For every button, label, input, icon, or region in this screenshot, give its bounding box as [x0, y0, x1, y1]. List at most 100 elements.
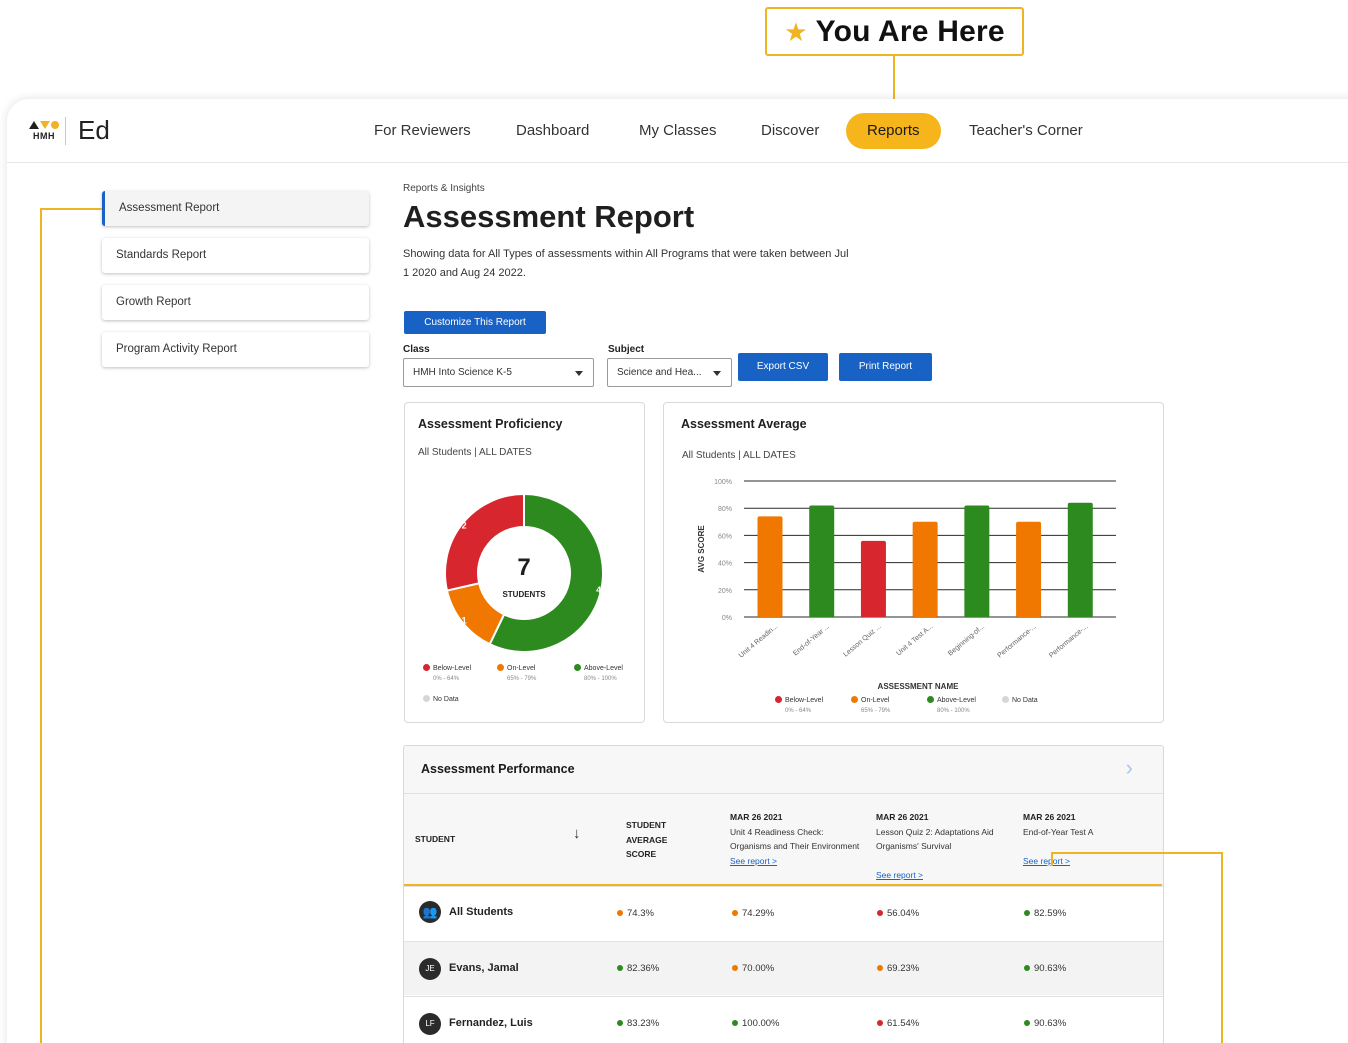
y-tick-label: 20% [718, 588, 732, 595]
column-assessment-1: MAR 26 2021 Unit 4 Readiness Check: Orga… [730, 812, 860, 866]
customize-report-button[interactable]: Customize This Report [404, 311, 546, 334]
score-cell: 56.04% [877, 908, 919, 919]
table-row[interactable]: 👥 All Students 74.3% 74.29% 56.04% 82.59… [404, 886, 1163, 940]
student-name[interactable]: Evans, Jamal [449, 962, 519, 974]
average-title: Assessment Average [681, 417, 807, 431]
sidebar-item-program-activity-report[interactable]: Program Activity Report [102, 332, 369, 367]
y-tick-label: 0% [722, 615, 732, 622]
legend-below-level: Below-Level 0% - 64% [423, 664, 471, 682]
nav-reports[interactable]: Reports [846, 113, 941, 149]
nav-my-classes[interactable]: My Classes [618, 113, 738, 149]
nav-for-reviewers[interactable]: For Reviewers [353, 113, 492, 149]
avatar: JE [419, 958, 441, 980]
score-cell: 61.54% [877, 1018, 919, 1029]
hmh-logo-icon: HMH [29, 120, 59, 141]
see-report-link-2[interactable]: See report > [876, 870, 923, 880]
chart-legend-on-level: On-Level 65% - 79% [851, 696, 890, 714]
column-assessment-3: MAR 26 2021 End-of-Year Test A See repor… [1023, 812, 1094, 866]
x-tick-label: Unit 4 Test A... [895, 623, 934, 657]
bar[interactable] [1016, 521, 1042, 617]
print-report-button[interactable]: Print Report [839, 353, 932, 381]
x-tick-label: Beginning-of... [947, 623, 986, 657]
sidebar-item-assessment-report[interactable]: Assessment Report [102, 191, 369, 226]
donut-slice-count: 1 [462, 616, 467, 626]
table-row[interactable]: LF Fernandez, Luis 83.23% 100.00% 61.54%… [404, 996, 1163, 1043]
average-subtitle: All Students | ALL DATES [682, 450, 796, 461]
column-average-score[interactable]: STUDENT AVERAGE SCORE [626, 818, 698, 862]
y-tick-label: 100% [714, 479, 732, 486]
donut-slice-count: 4 [596, 585, 601, 595]
chart-legend-below-level: Below-Level 0% - 64% [775, 696, 823, 714]
performance-table: Assessment Performance › STUDENT ↓ STUDE… [403, 745, 1164, 1043]
student-name[interactable]: Fernandez, Luis [449, 1017, 533, 1029]
x-tick-label: Performance-... [996, 623, 1037, 659]
sidebar-item-standards-report[interactable]: Standards Report [102, 238, 369, 273]
average-score: 82.36% [617, 963, 659, 974]
class-select-value: HMH Into Science K-5 [413, 367, 512, 378]
app-window: HMH Ed For Reviewers Dashboard My Classe… [7, 99, 1348, 1043]
proficiency-subtitle: All Students | ALL DATES [418, 447, 532, 458]
class-select[interactable]: HMH Into Science K-5 [403, 358, 594, 387]
proficiency-title: Assessment Proficiency [418, 417, 563, 431]
subject-select-value: Science and Hea... [617, 367, 702, 378]
see-report-link-3[interactable]: See report > [1023, 856, 1070, 866]
performance-title: Assessment Performance [421, 762, 575, 776]
x-tick-label: Unit 4 Readin... [738, 623, 780, 659]
product-name: Ed [78, 115, 110, 145]
subject-select[interactable]: Science and Hea... [607, 358, 732, 387]
donut-total-label: STUDENTS [502, 590, 546, 599]
chevron-right-icon[interactable]: › [1126, 755, 1133, 781]
performance-header: Assessment Performance › [404, 746, 1163, 794]
chevron-down-icon [575, 371, 583, 376]
donut-slice-count: 2 [462, 520, 467, 530]
average-score: 74.3% [617, 908, 654, 919]
annotation-line [1051, 852, 1053, 866]
chart-legend-no-data: No Data [1002, 696, 1038, 704]
see-report-link-1[interactable]: See report > [730, 856, 777, 866]
score-cell: 69.23% [877, 963, 919, 974]
y-tick-label: 40% [718, 561, 732, 568]
nav-teachers-corner[interactable]: Teacher's Corner [948, 113, 1104, 149]
column-assessment-2: MAR 26 2021 Lesson Quiz 2: Adaptations A… [876, 812, 994, 880]
nav-discover[interactable]: Discover [740, 113, 840, 149]
all-students-icon: 👥 [419, 901, 441, 923]
sort-down-arrow-icon[interactable]: ↓ [573, 826, 581, 842]
score-cell: 100.00% [732, 1018, 780, 1029]
y-axis-label: AVG SCORE [697, 525, 706, 573]
column-student[interactable]: STUDENT [415, 832, 455, 847]
donut-slice-below-level[interactable] [444, 492, 525, 592]
proficiency-card: Assessment Proficiency All Students | AL… [404, 402, 645, 723]
breadcrumb[interactable]: Reports & Insights [403, 183, 485, 194]
page-title: Assessment Report [403, 199, 695, 234]
x-tick-label: Performance-... [1048, 623, 1089, 659]
bar[interactable] [809, 505, 835, 617]
nav-dashboard[interactable]: Dashboard [495, 113, 610, 149]
chevron-down-icon [713, 371, 721, 376]
donut-total: 7 [517, 554, 530, 581]
avatar: LF [419, 1013, 441, 1035]
legend-no-data: No Data [423, 695, 459, 703]
annotation-line [1051, 852, 1223, 854]
table-row[interactable]: JE Evans, Jamal 82.36% 70.00% 69.23% 90.… [404, 941, 1163, 995]
student-name[interactable]: All Students [449, 906, 513, 918]
export-csv-button[interactable]: Export CSV [738, 353, 828, 381]
subject-label: Subject [608, 344, 645, 355]
score-cell: 70.00% [732, 963, 774, 974]
top-nav: HMH Ed For Reviewers Dashboard My Classe… [7, 99, 1348, 163]
you-are-here-callout: ★ You Are Here [765, 7, 1024, 56]
bar[interactable] [964, 505, 990, 617]
bar[interactable] [1067, 502, 1093, 617]
score-cell: 74.29% [732, 908, 774, 919]
sidebar-item-growth-report[interactable]: Growth Report [102, 285, 369, 320]
bar[interactable] [757, 516, 783, 617]
class-label: Class [403, 344, 430, 355]
score-cell: 90.63% [1024, 1018, 1066, 1029]
x-axis-label: ASSESSMENT NAME [878, 682, 960, 691]
y-tick-label: 60% [718, 533, 732, 540]
star-icon: ★ [784, 16, 808, 47]
bar[interactable] [912, 521, 938, 617]
chart-legend-above-level: Above-Level 80% - 100% [927, 696, 976, 714]
hmh-ed-logo[interactable]: HMH Ed [29, 115, 110, 146]
average-card: Assessment Average All Students | ALL DA… [663, 402, 1164, 723]
bar[interactable] [860, 540, 886, 617]
